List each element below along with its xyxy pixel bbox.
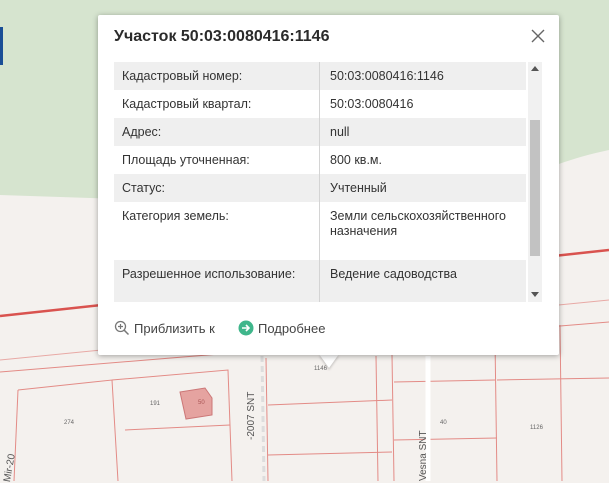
table-row: Разрешенное использование: Ведение садов… [114,260,526,302]
details-label: Подробнее [258,320,326,336]
close-icon [531,29,545,43]
table-row: Категория земель: Земли сельскохозяйстве… [114,202,526,260]
table-row: Кадастровый номер: 50:03:0080416:1146 [114,62,526,90]
popup-title: Участок 50:03:0080416:1146 [114,28,330,45]
row-label: Площадь уточненная: [122,153,250,167]
zoom-in-icon [114,320,130,336]
side-panel-toggle[interactable] [0,27,3,65]
zoom-to-button[interactable]: Приблизить к [114,320,215,336]
table-row: Адрес: null [114,118,526,146]
scrollbar[interactable] [528,62,542,302]
scroll-down-icon[interactable] [531,292,539,297]
row-label: Статус: [122,181,165,195]
row-value: null [330,125,350,139]
table-row: Статус: Учтенный [114,174,526,202]
parcel-label: 40 [440,420,447,426]
parcel-label: 50 [198,400,205,406]
popup-pointer [319,354,339,368]
row-label: Категория земель: [122,209,229,223]
table-row: Площадь уточненная: 800 кв.м. [114,146,526,174]
parcel-info-popup: Участок 50:03:0080416:1146 Кадастровый н… [98,15,559,355]
scrollbar-thumb[interactable] [530,120,540,256]
parcel-label: 191 [150,401,161,407]
row-label: Кадастровый квартал: [122,97,252,111]
row-label: Адрес: [122,125,162,139]
zoom-to-label: Приблизить к [134,320,215,336]
row-value: Учтенный [330,181,387,195]
row-value: Земли сельскохозяйственного назначения [330,209,506,238]
street-label-snt-2007: -2007 SNT [246,391,257,440]
row-label: Разрешенное использование: [122,267,296,281]
row-value: 50:03:0080416 [330,97,414,111]
table-row: Кадастровый квартал: 50:03:0080416 [114,90,526,118]
attributes-table[interactable]: Кадастровый номер: 50:03:0080416:1146 Ка… [114,62,543,302]
street-label-vesna-snt: Vesna SNT [418,430,429,481]
row-value: Ведение садоводства [330,267,457,281]
details-button[interactable]: Подробнее [238,320,325,336]
parcel-label: 1126 [530,425,543,431]
parcel-label: 274 [64,420,75,426]
arrow-right-circle-icon [238,320,254,336]
close-button[interactable] [529,27,547,45]
row-label: Кадастровый номер: [122,69,243,83]
row-value: 800 кв.м. [330,153,382,167]
scroll-up-icon[interactable] [531,66,539,71]
column-divider [319,62,320,302]
row-value: 50:03:0080416:1146 [330,69,444,83]
